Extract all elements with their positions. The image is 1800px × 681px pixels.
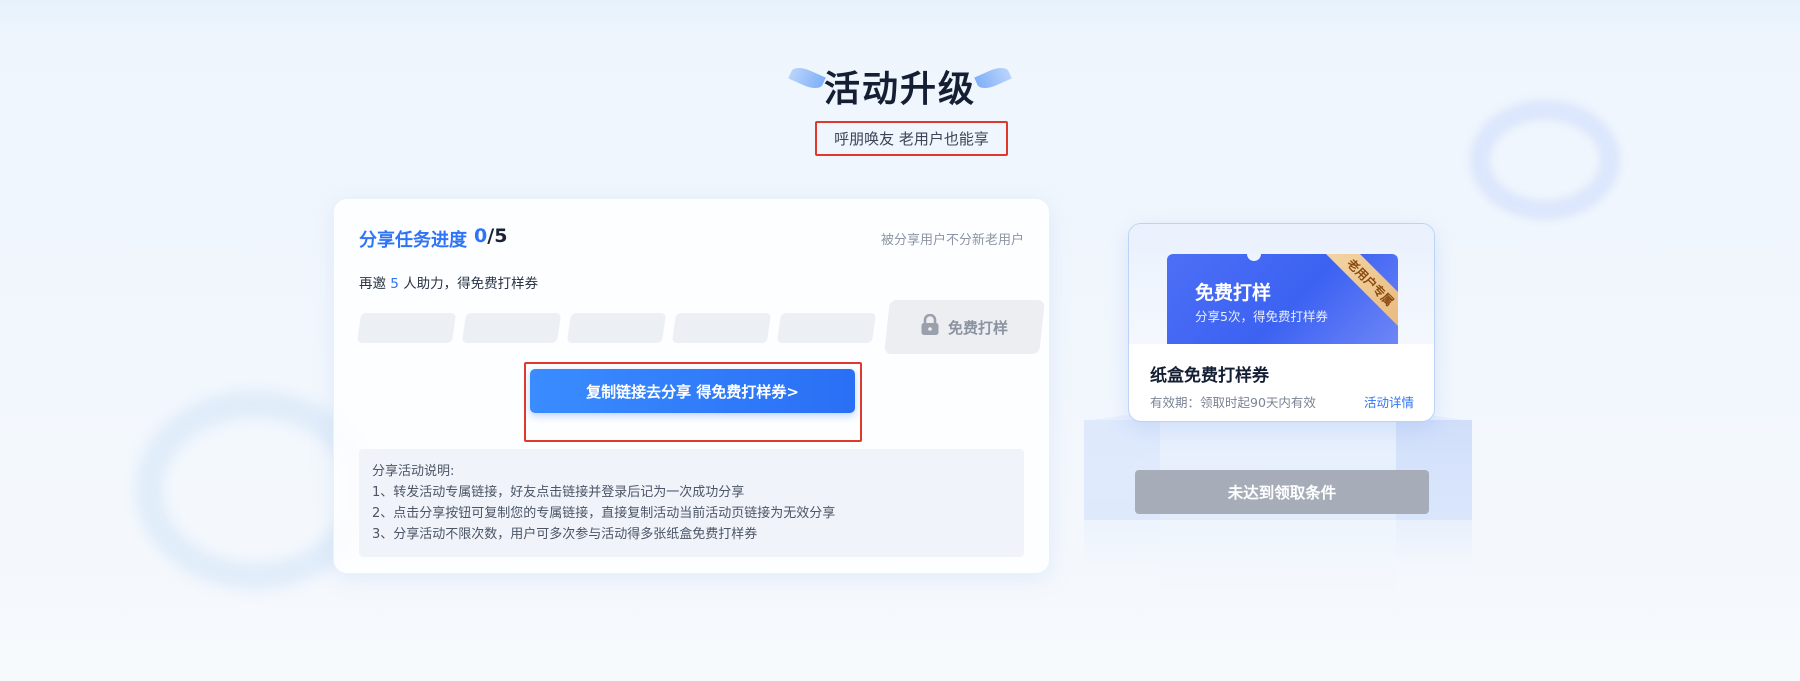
share-rule-item: 2、点击分享按钮可复制您的专属链接，直接复制活动当前活动页链接为无效分享: [372, 506, 836, 521]
coupon-name: 纸盒免费打样券: [1150, 366, 1269, 386]
activity-detail-link[interactable]: 活动详情: [1364, 392, 1414, 411]
top-band: [0, 0, 1800, 38]
progress-slot: [461, 313, 562, 343]
bottom-fade: [0, 600, 1800, 681]
ticket-notch: [1247, 254, 1261, 261]
progress-slot: [671, 313, 772, 343]
progress-slot: [566, 313, 667, 343]
progress-title: 分享任务进度: [359, 230, 467, 251]
progress-count: 0/5: [474, 225, 507, 247]
page-subtitle: 呼朋唤友 老用户也能享: [815, 121, 1008, 156]
old-user-ribbon: 老用户专属: [1316, 254, 1398, 337]
progress-current: 0: [474, 225, 488, 247]
coupon-ticket: 免费打样 分享5次，得免费打样券 老用户专属: [1167, 254, 1398, 344]
progress-slot: [356, 313, 457, 343]
share-rule-item: 3、分享活动不限次数，用户可多次参与活动得多张纸盒免费打样券: [372, 527, 758, 542]
podium-center: [1160, 440, 1396, 590]
coupon-validity: 有效期：领取时起90天内有效: [1150, 395, 1316, 410]
ticket-subtitle: 分享5次，得免费打样券: [1195, 309, 1328, 324]
decorative-ring-right: [1470, 100, 1620, 220]
invite-prefix: 再邀: [359, 276, 386, 292]
ticket-title: 免费打样: [1195, 282, 1272, 304]
invite-hint: 再邀 5 人助力，得免费打样券: [359, 272, 538, 292]
invite-count: 5: [390, 276, 399, 292]
progress-slot: [776, 313, 877, 343]
progress-total: 5: [494, 225, 508, 247]
header: 活动升级: [0, 60, 1800, 112]
locked-reward-label: 免费打样: [948, 318, 1009, 337]
share-rules: 分享活动说明: 1、转发活动专属链接，好友点击链接并登录后记为一次成功分享 2、…: [359, 449, 1024, 557]
leaf-decoration-icon: [788, 63, 826, 93]
claim-coupon-button[interactable]: 未达到领取条件: [1135, 470, 1429, 514]
share-rules-title: 分享活动说明:: [372, 464, 455, 479]
progress-note: 被分享用户不分新老用户: [880, 233, 1024, 248]
page-title-text: 活动升级: [823, 69, 976, 110]
share-task-card: 分享任务进度 0/5 被分享用户不分新老用户 再邀 5 人助力，得免费打样券 免…: [333, 198, 1050, 574]
page-title: 活动升级: [788, 60, 1012, 112]
leaf-decoration-icon: [974, 63, 1012, 93]
coupon-card: 免费打样 分享5次，得免费打样券 老用户专属 纸盒免费打样券 有效期：领取时起9…: [1128, 223, 1435, 422]
locked-reward-tile: 免费打样: [884, 300, 1045, 354]
copy-share-link-button[interactable]: 复制链接去分享 得免费打样券>: [530, 369, 855, 413]
lock-icon: [920, 313, 940, 340]
share-rule-item: 1、转发活动专属链接，好友点击链接并登录后记为一次成功分享: [372, 485, 745, 500]
invite-suffix: 人助力，得免费打样券: [403, 276, 539, 292]
